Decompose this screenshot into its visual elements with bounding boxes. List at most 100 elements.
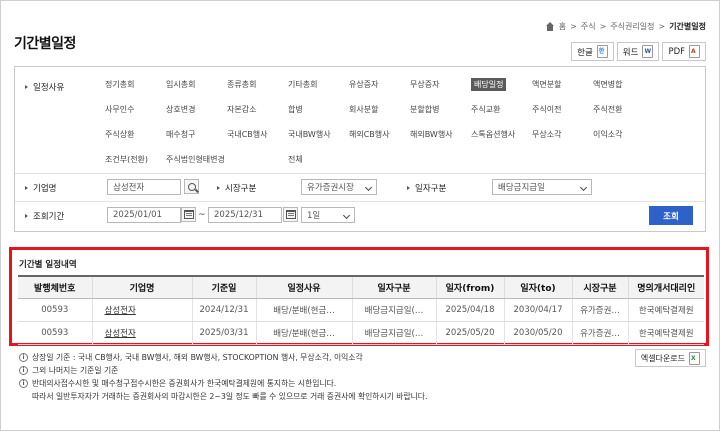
schedule-reason-cell: 주식교환 (471, 103, 532, 116)
schedule-reason-option[interactable]: 이익소각 (593, 130, 622, 139)
period-label: 조회기간 (25, 210, 64, 222)
table-cell: 2030/04/17 (503, 298, 572, 322)
company-input[interactable]: 삼성전자 (107, 179, 181, 195)
schedule-reason-option[interactable]: 해외BW행사 (410, 130, 453, 139)
schedule-reason-cell: 임시총회 (166, 78, 227, 91)
period-select[interactable]: 1일 (301, 207, 355, 223)
schedule-reason-option[interactable]: 종류총회 (227, 80, 256, 89)
date-type-select[interactable]: 배당금지급일 (492, 179, 592, 195)
schedule-reason-option[interactable]: 주식상환 (105, 130, 134, 139)
schedule-reason-option[interactable]: 회사분할 (349, 105, 378, 114)
note-item: i 상장일 기준 : 국내 CB행사, 국내 BW행사, 해외 BW행사, STO… (19, 351, 427, 364)
schedule-reason-option[interactable]: 무상소각 (532, 130, 561, 139)
schedule-reason-cell: 국내BW행사 (288, 128, 349, 141)
schedule-reason-cell: 합병 (288, 103, 349, 116)
schedule-reason-cell: 배당일정 (471, 78, 532, 91)
schedule-reason-cell: 종류총회 (227, 78, 288, 91)
schedule-reason-option[interactable]: 주식교환 (471, 105, 500, 114)
schedule-reason-cell: 상호변경 (166, 103, 227, 116)
schedule-reason-cell: 주식이전 (532, 103, 593, 116)
schedule-reason-option[interactable]: 주식이전 (532, 105, 561, 114)
table-cell: 배당금지급일(… (351, 298, 436, 322)
schedule-reason-cell: 기타총회 (288, 78, 349, 91)
company-search-button[interactable] (184, 179, 199, 194)
table-header-row: 발행체번호 기업명 기준일 일정사유 일자구분 일자(from) 일자(to) 시장구분 명의개… (18, 275, 704, 299)
table-cell: 00593 (18, 321, 92, 345)
schedule-reason-cell: 매수청구 (166, 128, 227, 141)
schedule-reason-option[interactable]: 정기총회 (105, 80, 134, 89)
column-header: 일자(from) (435, 275, 504, 299)
schedule-reason-cell: 주식상환 (105, 128, 166, 141)
hwp-button[interactable]: 한글 한 (571, 42, 614, 61)
pdf-button-label: PDF (668, 46, 685, 57)
schedule-reason-option[interactable]: 분할합병 (410, 105, 439, 114)
schedule-reason-option[interactable]: 자본감소 (227, 105, 256, 114)
schedule-reason-cell: 스톡옵션행사 (471, 128, 532, 141)
schedule-reason-cell: 해외BW행사 (410, 128, 471, 141)
breadcrumb-current: 기간별일정 (669, 22, 706, 31)
word-icon: W (642, 45, 654, 58)
schedule-reason-option[interactable]: 조건부(전환) (105, 155, 148, 164)
schedule-reason-cell (227, 153, 288, 166)
pdf-button[interactable]: PDF A (662, 42, 706, 61)
date-type-label: 일자구분 (407, 182, 446, 194)
note-item: 따라서 일반투자자가 거래하는 증권회사의 마감시한은 2~3일 정도 빠를 수… (32, 392, 428, 401)
schedule-reason-option[interactable]: 합병 (288, 105, 303, 114)
date-type-select-value: 배당금지급일 (498, 183, 545, 193)
schedule-reason-option[interactable]: 주식법인형태변경 (166, 155, 225, 164)
date-to-input[interactable]: 2025/12/31 (208, 207, 282, 223)
home-icon[interactable] (545, 22, 555, 31)
breadcrumb-rights-schedule[interactable]: 주식권리일정 (610, 21, 654, 32)
schedule-reason-option[interactable]: 국내CB행사 (227, 130, 268, 139)
date-to-calendar-button[interactable] (283, 207, 298, 222)
schedule-reason-option[interactable]: 주식전환 (593, 105, 622, 114)
schedule-reason-option[interactable]: 스톡옵션행사 (471, 130, 515, 139)
schedule-reason-option[interactable]: 무상증자 (410, 80, 439, 89)
schedule-reason-option[interactable]: 배당일정 (471, 78, 507, 91)
schedule-reason-option[interactable]: 액면병합 (593, 80, 622, 89)
market-select[interactable]: 유가증권시장 (301, 179, 377, 195)
info-icon: i (19, 366, 28, 375)
schedule-reason-option[interactable]: 액면분할 (532, 80, 561, 89)
notes: i 상장일 기준 : 국내 CB행사, 국내 BW행사, 해외 BW행사, STO… (19, 351, 427, 403)
breadcrumb-stock[interactable]: 주식 (581, 21, 596, 32)
breadcrumb-separator: > (599, 22, 607, 31)
schedule-reason-cell: 분할합병 (410, 103, 471, 116)
schedule-reason-cell: 조건부(전환) (105, 153, 166, 166)
schedule-reason-option[interactable]: 전체 (288, 155, 303, 164)
table-cell: 배당/분배(현금… (255, 321, 352, 345)
info-icon: i (19, 353, 28, 362)
column-header: 기업명 (91, 275, 192, 299)
schedule-reason-option[interactable]: 유상증자 (349, 80, 378, 89)
schedule-reason-option[interactable]: 해외CB행사 (349, 130, 390, 139)
query-button[interactable]: 조회 (649, 206, 693, 225)
calendar-icon (285, 210, 296, 219)
breadcrumb-separator: > (570, 22, 577, 31)
company-label: 기업명 (25, 182, 56, 194)
divider (15, 201, 705, 202)
schedule-reason-cell: 주식전환 (593, 103, 654, 116)
company-link[interactable]: 삼성전자 (91, 298, 192, 322)
date-from-input[interactable]: 2025/01/01 (107, 207, 181, 223)
column-header: 일자(to) (503, 275, 572, 299)
schedule-reason-option[interactable]: 국내BW행사 (288, 130, 331, 139)
word-button[interactable]: 워드 W (616, 42, 660, 61)
calendar-icon (183, 210, 194, 219)
schedule-reason-option[interactable]: 매수청구 (166, 130, 195, 139)
schedule-reason-option[interactable]: 사무인수 (105, 105, 134, 114)
breadcrumb-home[interactable]: 홈 (559, 21, 566, 32)
page-title: 기간별일정 (14, 36, 76, 52)
company-link[interactable]: 삼성전자 (91, 321, 192, 345)
table-cell: 2025/05/20 (435, 321, 504, 345)
column-header: 발행체번호 (18, 275, 92, 299)
schedule-reason-option[interactable]: 기타총회 (288, 80, 317, 89)
schedule-reason-cell: 자본감소 (227, 103, 288, 116)
schedule-reason-option[interactable]: 상호변경 (166, 105, 195, 114)
schedule-reason-option[interactable]: 임시총회 (166, 80, 195, 89)
excel-download-button[interactable]: 엑셀다운로드 X (634, 349, 706, 367)
column-header: 일정사유 (255, 275, 352, 299)
results-title: 기간별 일정내역 (19, 260, 77, 270)
date-from-calendar-button[interactable] (181, 207, 196, 222)
schedule-reason-cell: 무상증자 (410, 78, 471, 91)
table-body: 00593 삼성전자 2024/12/31 배당/분배(현금… 배당금지급일(… 2025… (18, 298, 704, 345)
